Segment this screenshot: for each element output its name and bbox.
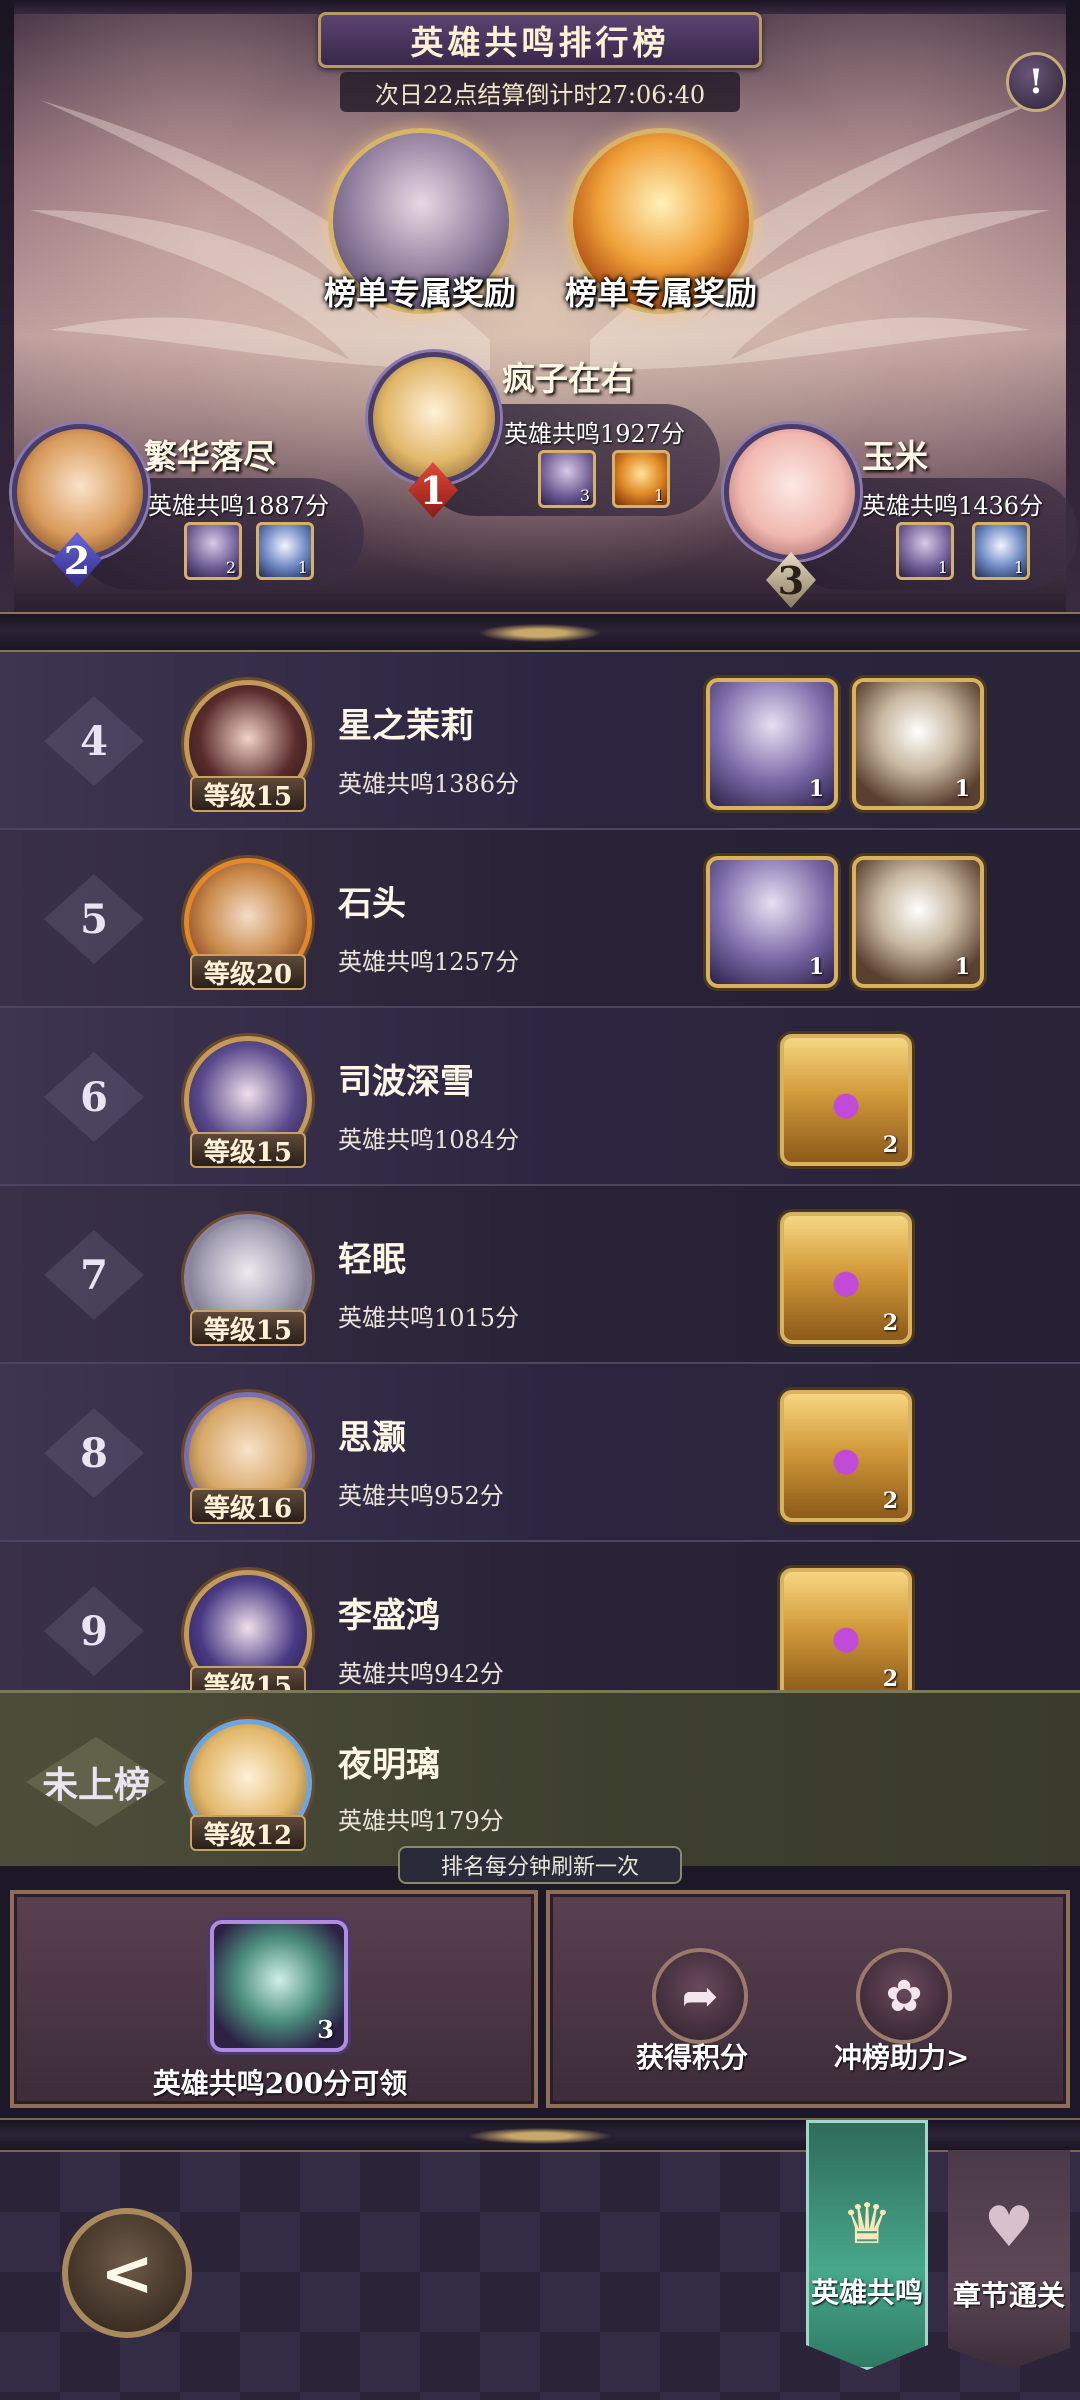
- exclusive-reward-label: 榜单专属奖励: [323, 274, 516, 312]
- player-score: 英雄共鸣1927分: [504, 420, 686, 448]
- ranking-row[interactable]: 8 等级16 思灏 英雄共鸣952分 2: [0, 1364, 1080, 1542]
- treasure-chest-icon[interactable]: 2: [780, 1568, 912, 1692]
- settlement-countdown: 次日22点结算倒计时27:06:40: [340, 72, 740, 112]
- rank-number: 未上榜: [26, 1737, 166, 1827]
- player-name: 石头: [338, 884, 406, 924]
- boost-label[interactable]: 冲榜助力>: [834, 2036, 969, 2076]
- treasure-chest-icon[interactable]: 2: [780, 1212, 912, 1344]
- rank-number: 6: [44, 1052, 144, 1142]
- rank-number: 8: [44, 1408, 144, 1498]
- section-divider: [0, 612, 1080, 652]
- player-name: 思灏: [338, 1418, 406, 1458]
- tab-hero-resonance[interactable]: ♛ 英雄共鸣: [806, 2120, 928, 2370]
- player-name: 繁华落尽: [144, 437, 276, 476]
- silver-wing-icon[interactable]: 1: [972, 522, 1030, 580]
- refresh-note: 排名每分钟刷新一次: [398, 1846, 682, 1884]
- player-name: 夜明璃: [338, 1745, 440, 1785]
- hero-card-icon[interactable]: 2: [184, 522, 242, 580]
- player-score: 英雄共鸣942分: [338, 1660, 504, 1688]
- ranking-row[interactable]: 9 等级15 李盛鸿 英雄共鸣942分 2: [0, 1542, 1080, 1692]
- self-ranking-row[interactable]: 未上榜 等级12 夜明璃 英雄共鸣179分: [0, 1690, 1080, 1866]
- ranking-row[interactable]: 4 等级15 星之茉莉 英雄共鸣1386分 1 1: [0, 652, 1080, 830]
- silver-wing-icon[interactable]: 1: [256, 522, 314, 580]
- tab-label: 章节通关: [952, 2279, 1065, 2312]
- ranking-row[interactable]: 6 等级15 司波深雪 英雄共鸣1084分 2: [0, 1008, 1080, 1186]
- wing-reward-icon[interactable]: 1: [852, 678, 984, 810]
- player-name: 疯子在右: [502, 359, 634, 398]
- exclusive-reward-label: 榜单专属奖励: [564, 274, 757, 312]
- rank-number: 9: [44, 1586, 144, 1676]
- hero-card-icon[interactable]: 3: [538, 450, 596, 508]
- lock-icon: ♥: [983, 2195, 1035, 2260]
- player-score: 英雄共鸣1887分: [148, 492, 330, 520]
- player-score: 英雄共鸣179分: [338, 1807, 504, 1835]
- player-score: 英雄共鸣1436分: [862, 492, 1044, 520]
- level-tag: 等级15: [190, 1666, 306, 1692]
- ranking-row[interactable]: 7 等级15 轻眠 英雄共鸣1015分 2: [0, 1186, 1080, 1364]
- player-name: 司波深雪: [338, 1062, 474, 1102]
- player-score: 英雄共鸣952分: [338, 1482, 504, 1510]
- player-score: 英雄共鸣1084分: [338, 1126, 520, 1154]
- player-name: 星之茉莉: [338, 706, 474, 746]
- level-tag: 等级16: [190, 1488, 306, 1524]
- hero-card-reward-icon[interactable]: 1: [706, 856, 838, 988]
- scroll-reward-icon[interactable]: 3: [210, 1920, 348, 2052]
- helmet-icon: ♛: [841, 2192, 893, 2257]
- tab-chapter-clear[interactable]: ♥ 章节通关: [948, 2150, 1070, 2370]
- treasure-chest-icon[interactable]: 2: [780, 1034, 912, 1166]
- hero-card-reward-icon[interactable]: 1: [706, 678, 838, 810]
- ranking-row[interactable]: 5 等级20 石头 英雄共鸣1257分 1 1: [0, 830, 1080, 1008]
- ranking-list[interactable]: 4 等级15 星之茉莉 英雄共鸣1386分 1 1 5 等级20 石头 英雄共鸣…: [0, 652, 1080, 1692]
- actions-panel: [546, 1890, 1070, 2108]
- level-tag: 等级15: [190, 1310, 306, 1346]
- treasure-chest-icon[interactable]: 2: [780, 1390, 912, 1522]
- back-arrow-icon: <: [100, 2235, 154, 2311]
- level-tag: 等级12: [190, 1815, 306, 1851]
- back-button[interactable]: <: [62, 2208, 192, 2338]
- wing-reward-icon[interactable]: 1: [852, 856, 984, 988]
- player-name: 玉米: [862, 437, 928, 476]
- tab-label: 英雄共鸣: [810, 2276, 923, 2309]
- boost-button[interactable]: ✿: [856, 1948, 952, 2044]
- level-tag: 等级15: [190, 1132, 306, 1168]
- get-points-button[interactable]: ➦: [652, 1948, 748, 2044]
- get-points-label[interactable]: 获得积分: [636, 2036, 748, 2076]
- player-score: 英雄共鸣1015分: [338, 1304, 520, 1332]
- level-tag: 等级20: [190, 954, 306, 990]
- player-score: 英雄共鸣1257分: [338, 948, 520, 976]
- frame-left: [0, 0, 14, 612]
- hero-card-icon[interactable]: 1: [896, 522, 954, 580]
- page-title: 英雄共鸣排行榜: [318, 12, 762, 68]
- share-arrow-icon: ➦: [681, 1970, 719, 2022]
- player-name: 李盛鸿: [338, 1596, 440, 1636]
- rank-number: 4: [44, 696, 144, 786]
- avatar[interactable]: [724, 424, 860, 560]
- level-tag: 等级15: [190, 776, 306, 812]
- scroll-reward-label: 英雄共鸣200分可领: [152, 2067, 408, 2100]
- exclamation-icon: !: [1028, 62, 1044, 102]
- flame-icon: ✿: [885, 1970, 923, 2022]
- rank-number: 5: [44, 874, 144, 964]
- divider-ornament: [480, 624, 600, 642]
- player-name: 轻眠: [338, 1240, 406, 1280]
- rank-number: 7: [44, 1230, 144, 1320]
- player-score: 英雄共鸣1386分: [338, 770, 520, 798]
- info-button[interactable]: !: [1006, 52, 1066, 112]
- golden-wing-icon[interactable]: 1: [612, 450, 670, 508]
- divider-ornament: [470, 2128, 610, 2144]
